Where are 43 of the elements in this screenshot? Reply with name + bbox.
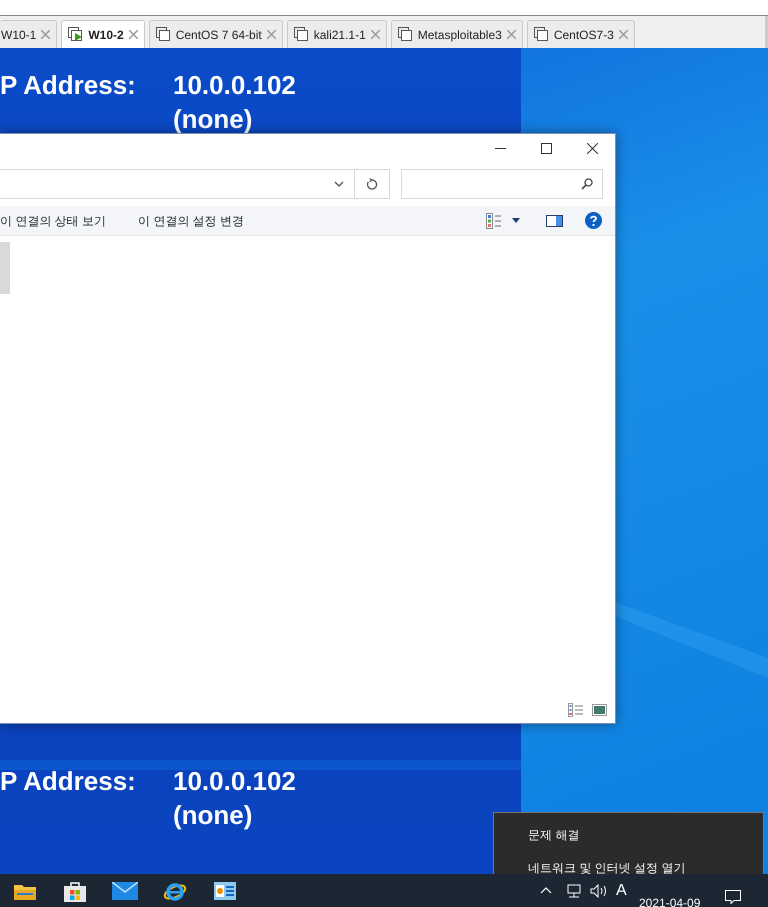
view-options-icon[interactable]: [486, 212, 502, 228]
vm-tab[interactable]: CentOS 7 64-bit: [148, 20, 283, 48]
info-value: (none): [173, 103, 254, 136]
envelope-icon: [112, 882, 138, 900]
close-icon[interactable]: [128, 30, 138, 39]
shopping-bag-icon: [64, 880, 86, 902]
info-value: 10.0.0.102: [173, 69, 296, 102]
details-view-icon[interactable]: [568, 703, 584, 717]
info-value: (none): [173, 799, 254, 832]
vm-tab[interactable]: kali21.1-1: [286, 20, 387, 48]
menu-item[interactable]: 문제 해결: [494, 818, 763, 851]
clock-date[interactable]: 2021-04-09: [639, 894, 700, 907]
chevron-icon: [334, 181, 344, 187]
info-label: P Address:: [0, 69, 137, 102]
command-button[interactable]: 이 연결의 상태 보기: [0, 212, 106, 230]
menu-item[interactable]: 네트워크 및 인터넷 설정 열기: [494, 851, 763, 874]
speaker-icon[interactable]: [590, 884, 608, 898]
input-indicator[interactable]: A: [616, 878, 627, 902]
vm-icon: [156, 27, 171, 42]
command-button[interactable]: 이 연결의 설정 변경: [138, 212, 244, 230]
refresh-icon: [366, 178, 378, 190]
network-icon[interactable]: [566, 884, 582, 898]
caret-icon[interactable]: [512, 218, 520, 223]
vm-tab[interactable]: Metasploitable3: [390, 20, 523, 48]
vm-tab[interactable]: W10-2: [61, 20, 145, 48]
window-chart-icon: [214, 882, 236, 900]
vm-icon: [294, 27, 309, 42]
preview-pane-icon[interactable]: [546, 214, 563, 226]
vm-icon: [398, 27, 413, 42]
search-field[interactable]: [401, 169, 603, 199]
maximize-icon: [540, 142, 552, 154]
vm-icon: [534, 27, 549, 42]
close-icon: [586, 142, 598, 154]
vm-tab[interactable]: W10-1: [0, 20, 58, 48]
help-icon[interactable]: [585, 212, 602, 229]
info-value: 10.0.0.102: [173, 765, 296, 798]
search-icon: [581, 178, 593, 190]
chevron-up-icon[interactable]: [540, 887, 552, 894]
large-icons-view-icon[interactable]: [592, 704, 607, 716]
vm-tab[interactable]: CentOS7-3: [526, 20, 635, 48]
notification-icon[interactable]: [725, 890, 741, 904]
info-label: P Address:: [0, 765, 137, 798]
running-vm-icon: [68, 27, 84, 42]
